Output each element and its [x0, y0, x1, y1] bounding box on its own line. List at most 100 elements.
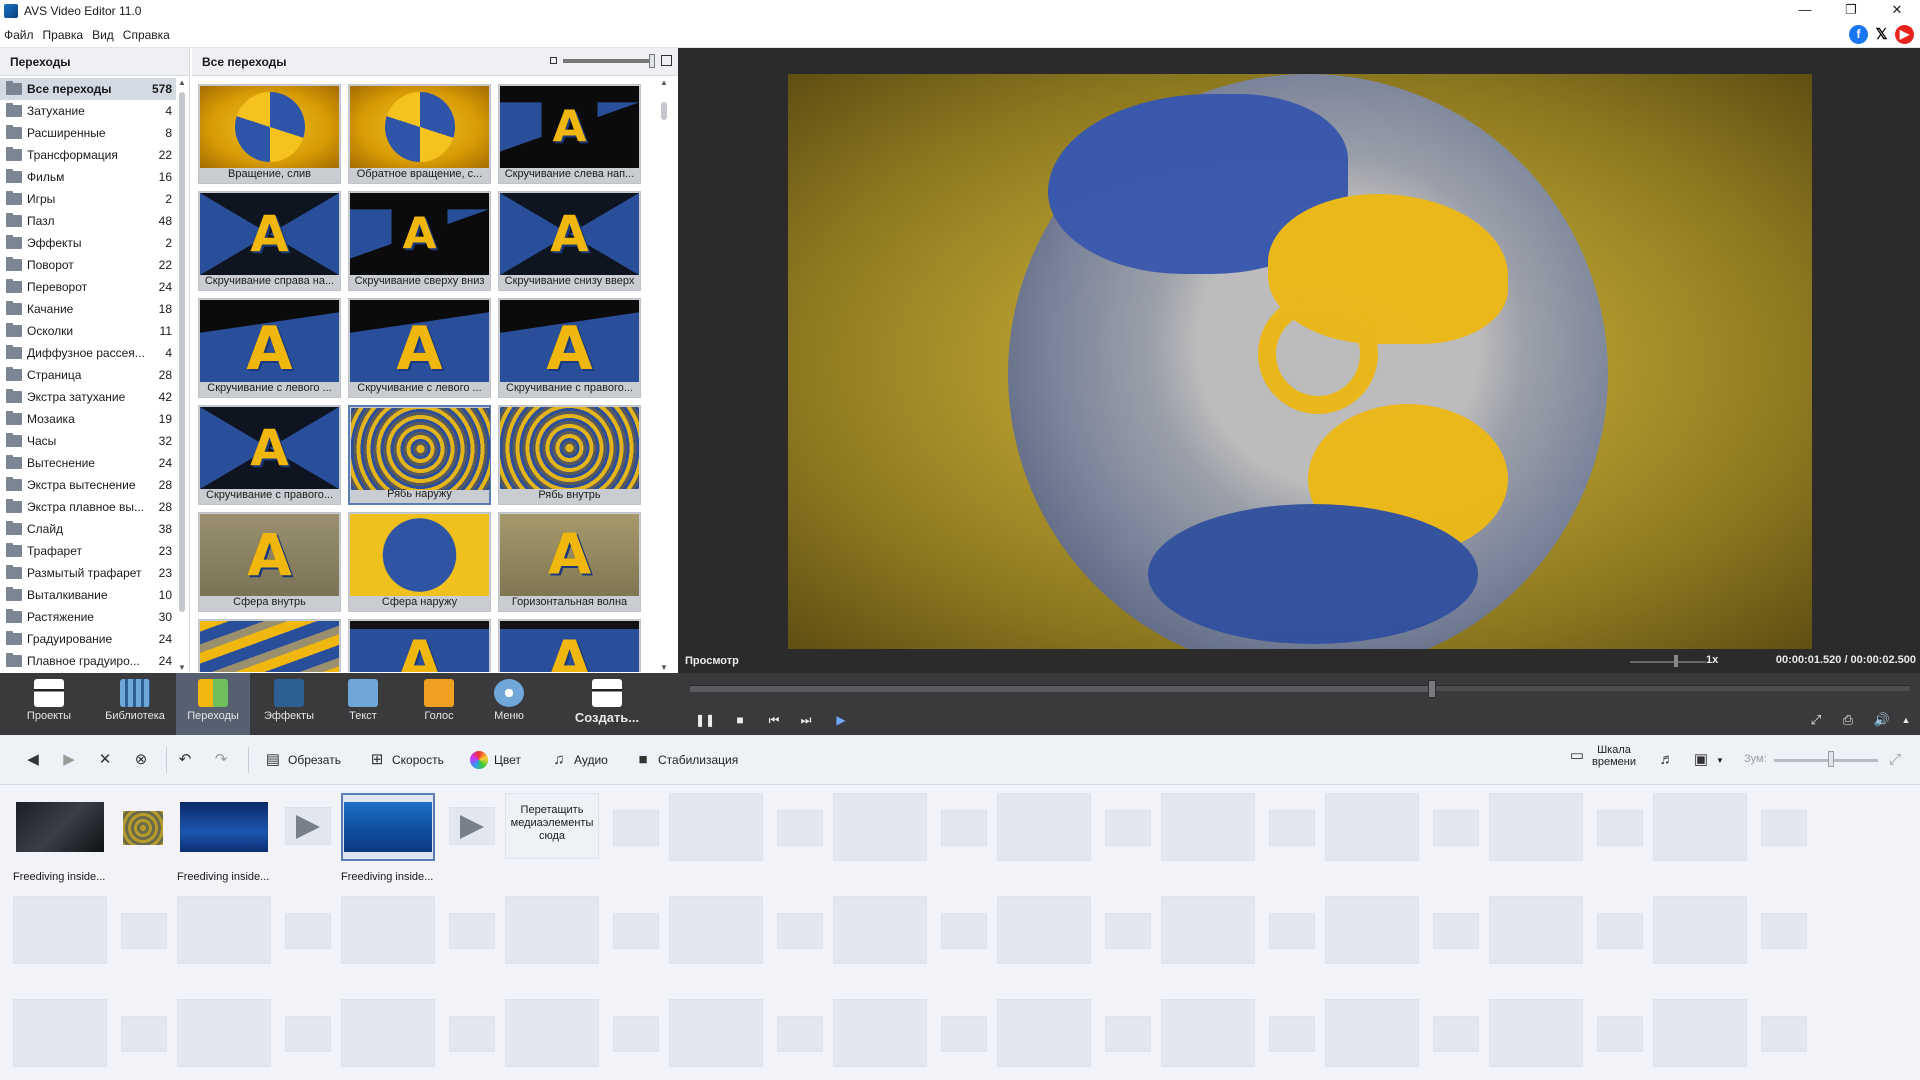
snapshot-icon[interactable]: ⎙: [1838, 711, 1858, 729]
clip-thumbnail[interactable]: [344, 802, 432, 852]
storyboard-slot[interactable]: [341, 896, 435, 964]
storyboard-slot[interactable]: [341, 999, 435, 1067]
delete-all-button[interactable]: ⊗: [132, 749, 150, 771]
toolbar-transitions[interactable]: Переходы: [176, 673, 250, 735]
drop-media-hint[interactable]: Перетащить медиаэлементы сюда: [505, 793, 599, 859]
category-item[interactable]: Мозаика 19: [0, 408, 176, 430]
storyboard-slot[interactable]: [669, 793, 763, 861]
category-item[interactable]: Градуирование 24: [0, 628, 176, 650]
restore-icon[interactable]: ❐: [1828, 0, 1874, 22]
speed-slider[interactable]: [1630, 661, 1706, 663]
storyboard-slot[interactable]: [833, 896, 927, 964]
transition-arrow-slot[interactable]: [449, 807, 495, 845]
transition-slot[interactable]: [1433, 810, 1479, 846]
transition-slot[interactable]: [941, 913, 987, 949]
transition-slot[interactable]: [1433, 913, 1479, 949]
transition-tile[interactable]: A Сфера внутрь: [198, 512, 341, 612]
menu-view[interactable]: Вид: [88, 28, 119, 42]
transition-slot[interactable]: [777, 913, 823, 949]
storyboard-slot[interactable]: [1489, 793, 1583, 861]
thumbnail-size-slider[interactable]: [550, 53, 672, 68]
storyboard-slot[interactable]: [505, 896, 599, 964]
storyboard-slot[interactable]: [1325, 793, 1419, 861]
transition-tile[interactable]: A Скручивание сверху вниз: [348, 191, 491, 291]
zoom-fit-button[interactable]: ⤢: [1886, 749, 1904, 771]
speed-button[interactable]: ⊞ Скорость: [368, 749, 444, 771]
transition-tile[interactable]: A: [498, 619, 641, 672]
category-item[interactable]: Качание 18: [0, 298, 176, 320]
category-scrollbar[interactable]: ▲ ▼: [176, 78, 188, 672]
category-item[interactable]: Диффузное рассея... 4: [0, 342, 176, 364]
transition-tile[interactable]: A Скручивание с правого...: [498, 298, 641, 398]
transition-slot[interactable]: [1761, 1016, 1807, 1052]
color-button[interactable]: Цвет: [470, 749, 521, 771]
transition-tile[interactable]: A Скручивание слева нап...: [498, 84, 641, 184]
x-icon[interactable]: 𝕏: [1872, 25, 1891, 44]
clip-thumbnail[interactable]: [180, 802, 268, 852]
menu-edit[interactable]: Правка: [39, 28, 89, 42]
preview-video-frame[interactable]: [788, 74, 1812, 650]
transition-slot[interactable]: [285, 1016, 331, 1052]
transition-slot[interactable]: [1269, 810, 1315, 846]
category-item[interactable]: Эффекты 2: [0, 232, 176, 254]
transition-slot[interactable]: [121, 913, 167, 949]
transition-slot[interactable]: [449, 913, 495, 949]
aspect-ratio-button[interactable]: ▣ ▼: [1692, 749, 1724, 771]
storyboard-slot[interactable]: [997, 896, 1091, 964]
category-item[interactable]: Страница 28: [0, 364, 176, 386]
category-item[interactable]: Пазл 48: [0, 210, 176, 232]
category-item[interactable]: Плавное градуиро... 24: [0, 650, 176, 672]
fullscreen-icon[interactable]: ⤢: [1806, 711, 1826, 729]
storyboard-slot[interactable]: [833, 999, 927, 1067]
transition-slot[interactable]: [1105, 810, 1151, 846]
transition-slot[interactable]: [613, 1016, 659, 1052]
category-item[interactable]: Экстра вытеснение 28: [0, 474, 176, 496]
facebook-icon[interactable]: f: [1849, 25, 1868, 44]
transition-tile[interactable]: A: [348, 619, 491, 672]
category-item[interactable]: Трансформация 22: [0, 144, 176, 166]
storyboard-slot[interactable]: [1489, 999, 1583, 1067]
transition-tile[interactable]: A Скручивание с левого ...: [348, 298, 491, 398]
transition-tile[interactable]: Рябь наружу: [348, 405, 491, 505]
storyboard-slot[interactable]: [13, 896, 107, 964]
storyboard-slot[interactable]: [1653, 999, 1747, 1067]
transition-slot[interactable]: [777, 1016, 823, 1052]
youtube-icon[interactable]: ▶: [1895, 25, 1914, 44]
storyboard-slot[interactable]: [1489, 896, 1583, 964]
toolbar-film-strip[interactable]: Библиотека: [98, 673, 172, 735]
transition-tile[interactable]: [198, 619, 341, 672]
transition-slot[interactable]: [1761, 913, 1807, 949]
storyboard-slot[interactable]: [1161, 999, 1255, 1067]
transition-tile[interactable]: Сфера наружу: [348, 512, 491, 612]
storyboard-slot[interactable]: [1325, 896, 1419, 964]
transition-slot[interactable]: [1597, 1016, 1643, 1052]
audio-button[interactable]: ♫ Аудио: [550, 749, 607, 771]
forward-button[interactable]: ▶: [60, 749, 78, 771]
transition-slot[interactable]: [1433, 1016, 1479, 1052]
storyboard-slot[interactable]: [13, 999, 107, 1067]
transition-tile[interactable]: A Горизонтальная волна: [498, 512, 641, 612]
redo-button[interactable]: ↷: [212, 749, 230, 771]
transition-slot[interactable]: [613, 913, 659, 949]
storyboard-slot[interactable]: [997, 999, 1091, 1067]
next-frame-icon[interactable]: ⏭: [797, 711, 815, 729]
transition-slot[interactable]: [121, 1016, 167, 1052]
category-item[interactable]: Выталкивание 10: [0, 584, 176, 606]
transition-arrow-slot[interactable]: [285, 807, 331, 845]
category-item[interactable]: Вытеснение 24: [0, 452, 176, 474]
category-item[interactable]: Расширенные 8: [0, 122, 176, 144]
toolbar-disc-menu[interactable]: Меню: [472, 673, 546, 735]
storyboard-slot[interactable]: [1653, 896, 1747, 964]
transition-tile[interactable]: A Скручивание справа на...: [198, 191, 341, 291]
play-selection-icon[interactable]: ▶: [832, 711, 850, 729]
toolbar-text-t[interactable]: Текст: [326, 673, 400, 735]
storyboard-slot[interactable]: [177, 896, 271, 964]
stop-icon[interactable]: ■: [731, 711, 749, 729]
toolbar-effects-star[interactable]: Эффекты: [252, 673, 326, 735]
transition-tile[interactable]: Обратное вращение, с...: [348, 84, 491, 184]
transition-slot[interactable]: [1597, 810, 1643, 846]
storyboard-slot[interactable]: [1653, 793, 1747, 861]
undo-button[interactable]: ↶: [176, 749, 194, 771]
transition-slot[interactable]: [613, 810, 659, 846]
category-item[interactable]: Экстра затухание 42: [0, 386, 176, 408]
